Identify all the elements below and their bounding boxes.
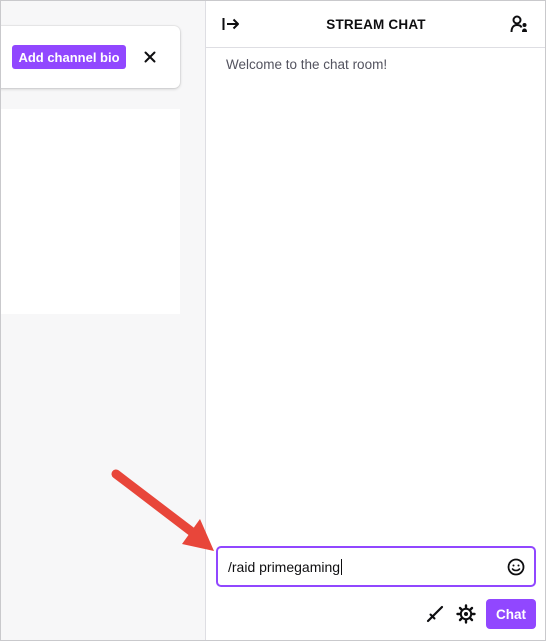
channel-bio-prompt: Add channel bio	[0, 26, 180, 88]
welcome-message: Welcome to the chat room!	[226, 57, 388, 72]
close-icon[interactable]	[140, 45, 160, 69]
sword-icon[interactable]	[423, 600, 447, 628]
chat-send-button[interactable]: Chat	[486, 599, 536, 629]
chat-input[interactable]: /raid primegaming	[216, 546, 536, 587]
chat-input-value-wrap: /raid primegaming	[228, 559, 343, 575]
community-users-icon[interactable]	[508, 12, 532, 36]
smiley-icon[interactable]	[506, 557, 526, 577]
add-channel-bio-button[interactable]: Add channel bio	[12, 45, 126, 69]
text-caret	[341, 559, 343, 575]
gear-icon[interactable]	[454, 600, 478, 628]
collapse-right-icon[interactable]	[219, 12, 243, 36]
chat-header: STREAM CHAT	[206, 0, 546, 48]
chat-title: STREAM CHAT	[326, 16, 426, 32]
chat-input-value: /raid primegaming	[228, 559, 341, 575]
stream-chat-panel: STREAM CHAT Welcome to the chat room! /r…	[205, 0, 546, 641]
channel-content-panel	[0, 109, 180, 314]
